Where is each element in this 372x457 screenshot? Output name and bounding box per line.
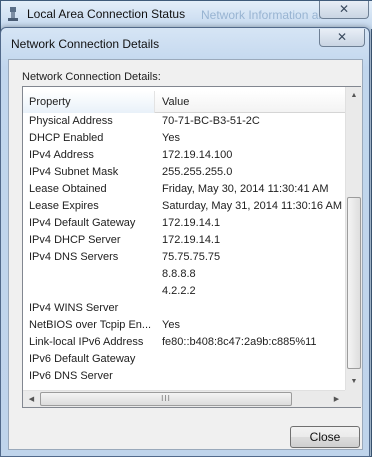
row-property: Lease Obtained <box>29 183 107 195</box>
row-value: Saturday, May 31, 2014 11:30:16 AM <box>162 200 342 212</box>
row-value: fe80::b408:8c47:2a9b:c885%11 <box>162 336 317 348</box>
close-button[interactable]: Close <box>290 426 360 448</box>
row-value: 172.19.14.1 <box>162 234 221 246</box>
row-value: Friday, May 30, 2014 11:30:41 AM <box>162 183 329 195</box>
column-header-value[interactable]: Value <box>156 91 345 113</box>
horizontal-scroll-thumb[interactable]: III <box>40 392 292 406</box>
row-property: Lease Expires <box>29 200 99 212</box>
scrollbar-corner <box>345 390 362 407</box>
row-property: IPv4 WINS Server <box>29 302 119 314</box>
list-header: Property Value <box>23 91 345 113</box>
list-row[interactable]: Lease Obtained Friday, May 30, 2014 11:3… <box>23 181 345 198</box>
list-row[interactable]: 8.8.8.8 <box>23 266 345 283</box>
list-row[interactable]: IPv4 Subnet Mask 255.255.255.0 <box>23 164 345 181</box>
list-row[interactable]: IPv6 Default Gateway <box>23 351 345 368</box>
row-value: Yes <box>162 132 180 144</box>
row-property: Physical Address <box>29 115 113 127</box>
dialog-close-button[interactable]: ✕ <box>319 29 365 47</box>
scroll-right-icon: ▶ <box>333 396 340 403</box>
details-list-view[interactable]: Property Value Physical Address 70-71-BC… <box>22 86 362 408</box>
list-row[interactable]: IPv4 Address 172.19.14.100 <box>23 147 345 164</box>
row-property: IPv6 DNS Server <box>29 370 113 382</box>
scroll-left-icon: ◀ <box>28 396 35 403</box>
close-icon: ✕ <box>336 30 348 44</box>
row-property: Link-local IPv6 Address <box>29 336 144 348</box>
list-row[interactable]: 4.2.2.2 <box>23 283 345 300</box>
dialog-client-area: Network Connection Details: Property Val… <box>8 59 363 450</box>
row-value: 4.2.2.2 <box>162 285 196 297</box>
details-group-label: Network Connection Details: <box>22 71 161 83</box>
row-value: 8.8.8.8 <box>162 268 196 280</box>
network-connection-details-dialog: Network Connection Details ✕ Network Con… <box>0 27 370 457</box>
dialog-title: Network Connection Details <box>11 37 160 51</box>
list-row[interactable]: IPv4 Default Gateway 172.19.14.1 <box>23 215 345 232</box>
close-icon: ✕ <box>338 2 350 16</box>
list-row[interactable]: IPv4 DNS Servers 75.75.75.75 <box>23 249 345 266</box>
scroll-up-button[interactable]: ▲ <box>346 87 362 104</box>
row-value: 255.255.255.0 <box>162 166 233 178</box>
list-row[interactable]: Lease Expires Saturday, May 31, 2014 11:… <box>23 198 345 215</box>
list-row[interactable]: IPv4 WINS Server <box>23 300 345 317</box>
row-property: IPv4 Subnet Mask <box>29 166 119 178</box>
vertical-scroll-thumb[interactable] <box>347 197 361 369</box>
row-property: DHCP Enabled <box>29 132 104 144</box>
row-value: 172.19.14.1 <box>162 217 221 229</box>
row-property: NetBIOS over Tcpip En... <box>29 319 152 331</box>
column-header-property[interactable]: Property <box>23 91 155 113</box>
row-property: IPv4 Default Gateway <box>29 217 136 229</box>
row-value: 75.75.75.75 <box>162 251 221 263</box>
row-value: 70-71-BC-B3-51-2C <box>162 115 260 127</box>
list-row[interactable]: Link-local IPv6 Address fe80::b408:8c47:… <box>23 334 345 351</box>
scroll-down-button[interactable]: ▼ <box>346 373 362 390</box>
list-row[interactable]: IPv4 DHCP Server 172.19.14.1 <box>23 232 345 249</box>
list-rows: Physical Address 70-71-BC-B3-51-2C DHCP … <box>23 113 345 390</box>
list-row[interactable]: Physical Address 70-71-BC-B3-51-2C <box>23 113 345 130</box>
row-value: Yes <box>162 319 180 331</box>
row-property: IPv4 DNS Servers <box>29 251 119 263</box>
parent-titlebar: Local Area Connection Status Network Inf… <box>1 1 372 29</box>
scroll-right-button[interactable]: ▶ <box>328 391 345 408</box>
parent-window-title: Local Area Connection Status <box>27 7 186 21</box>
horizontal-scrollbar[interactable]: ◀ III ▶ <box>23 390 345 407</box>
row-value: 172.19.14.100 <box>162 149 233 161</box>
list-row[interactable]: NetBIOS over Tcpip En... Yes <box>23 317 345 334</box>
row-property: IPv6 Default Gateway <box>29 353 136 365</box>
scroll-left-button[interactable]: ◀ <box>23 391 40 408</box>
list-row[interactable]: IPv6 DNS Server <box>23 368 345 385</box>
list-row[interactable]: DHCP Enabled Yes <box>23 130 345 147</box>
grip-icon: III <box>161 394 171 403</box>
scroll-up-icon: ▲ <box>350 92 358 99</box>
row-property: IPv4 DHCP Server <box>29 234 121 246</box>
network-connection-icon <box>8 7 18 21</box>
parent-window-hidden-text: Network Information and <box>201 8 332 22</box>
parent-close-button[interactable]: ✕ <box>319 1 369 19</box>
vertical-scrollbar[interactable]: ▲ ▼ <box>345 87 362 390</box>
row-property: IPv4 Address <box>29 149 94 161</box>
scroll-down-icon: ▼ <box>350 378 358 385</box>
